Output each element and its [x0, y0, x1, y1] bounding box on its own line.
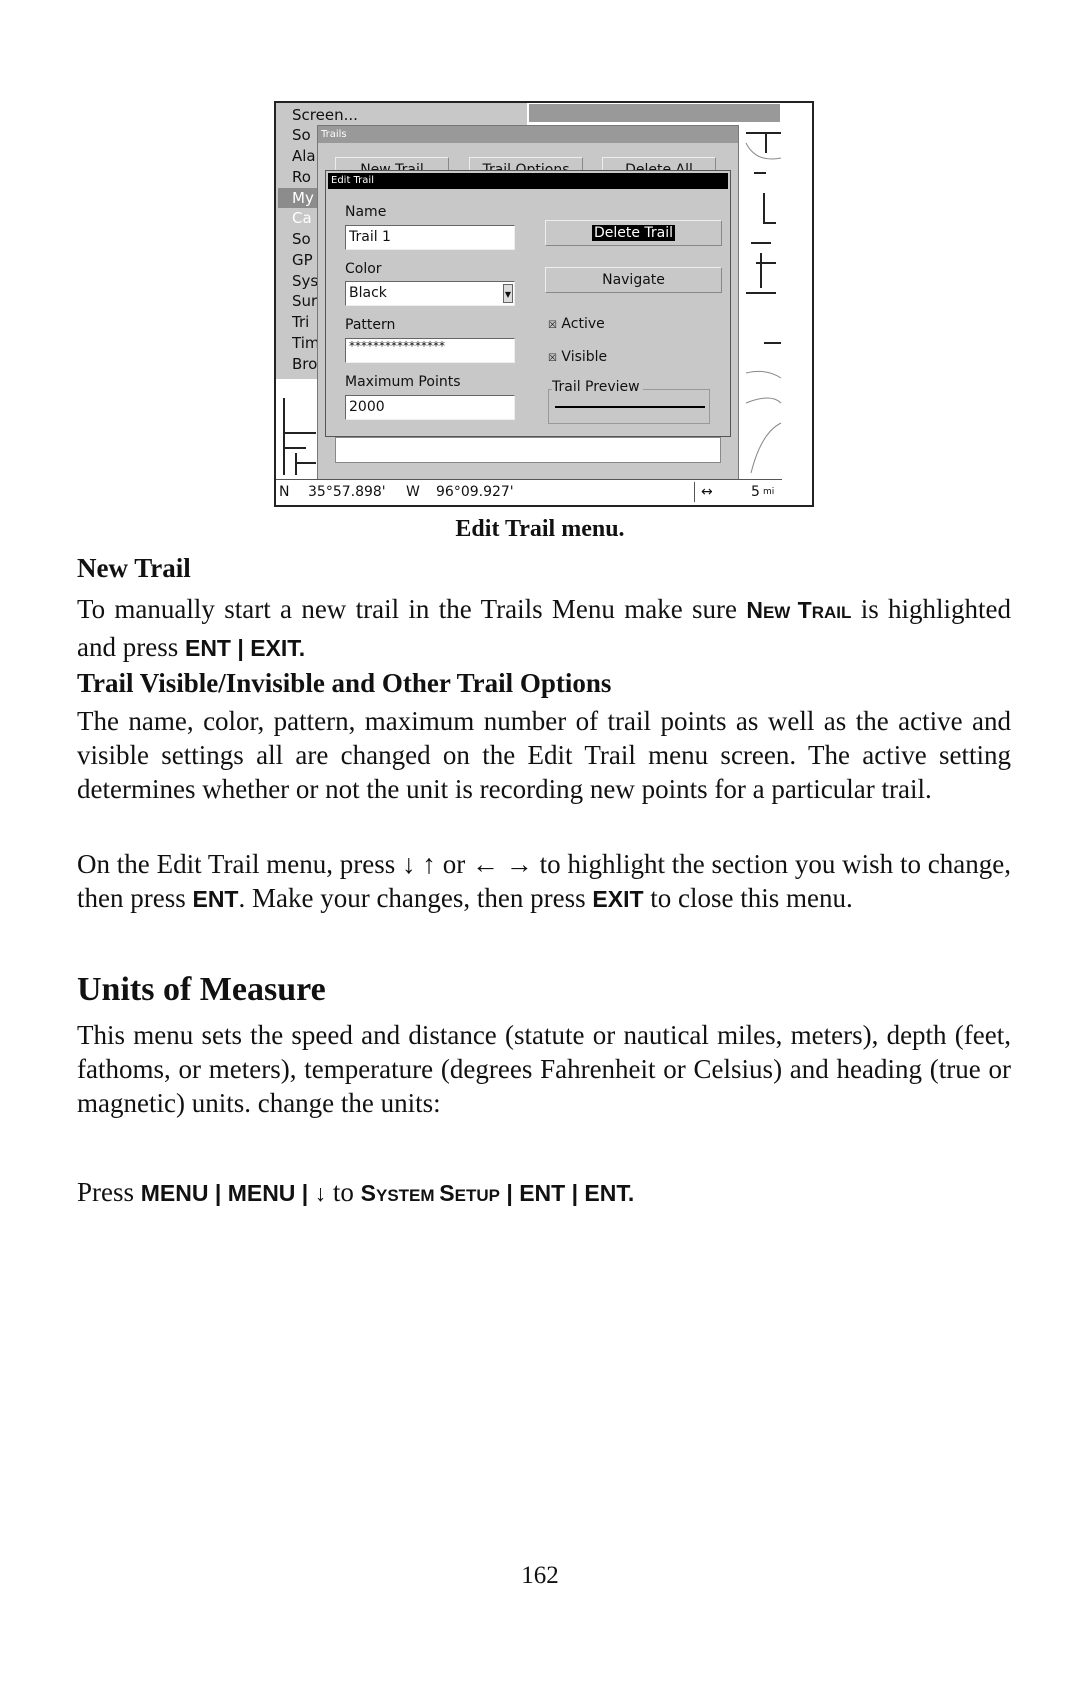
- key-system-setup: SYSTEM SETUP: [360, 1180, 500, 1206]
- longitude: 96°09.927': [436, 484, 514, 500]
- key-ent: ENT: [192, 886, 239, 912]
- edit-trail-title: Edit Trail: [328, 173, 728, 189]
- scale-value: 5: [751, 484, 760, 500]
- active-checkbox-row[interactable]: ☒ Active: [548, 316, 605, 332]
- name-input[interactable]: Trail 1: [345, 225, 515, 250]
- status-bar: N 35°57.898' W 96°09.927' ↔ 5 mi: [276, 479, 782, 505]
- new-trail-heading: New Trail: [77, 553, 191, 583]
- units-heading: Units of Measure: [77, 971, 326, 1008]
- visible-checkbox-row[interactable]: ☒ Visible: [548, 349, 607, 365]
- name-label: Name: [345, 204, 387, 220]
- max-points-label: Maximum Points: [345, 374, 461, 390]
- edit-trail-dialog: Edit Trail Name Trail 1 Color Black ▼ Pat…: [325, 170, 731, 437]
- page-number: 162: [521, 1562, 559, 1589]
- press-instruction: Press MENU | MENU | ↓ to SYSTEM SETUP | …: [77, 1177, 635, 1207]
- options-heading: Trail Visible/Invisible and Other Trail …: [77, 668, 612, 698]
- key-new-trail: NEW TRAIL: [746, 597, 852, 623]
- checkbox-checked-icon[interactable]: ☒: [548, 353, 557, 364]
- pattern-input[interactable]: ****************: [345, 338, 515, 363]
- key-ent-exit: ENT | EXIT.: [184, 635, 306, 661]
- max-points-input[interactable]: 2000: [345, 395, 515, 420]
- trail-preview-line: [555, 406, 705, 408]
- visible-label: Visible: [561, 349, 608, 365]
- color-label: Color: [345, 261, 382, 277]
- trail-preview-label: Trail Preview: [552, 379, 643, 395]
- divider: [694, 482, 695, 502]
- color-value: Black: [349, 285, 387, 301]
- edit-trail-screenshot: Screen... So Ala Ro My Ca So GP Sys Sur …: [274, 101, 814, 507]
- color-select[interactable]: Black ▼: [345, 281, 515, 306]
- navigation-paragraph: On the Edit Trail menu, press ↓ ↑ or ← →…: [77, 849, 1011, 913]
- trails-title: Trails: [318, 126, 738, 143]
- trail-preview-box: Trail Preview: [548, 379, 710, 424]
- key-menu-menu-down: MENU | MENU | ↓: [140, 1180, 327, 1206]
- figure-caption: Edit Trail menu.: [455, 516, 625, 542]
- pan-arrow-icon: ↔: [701, 484, 713, 500]
- active-label: Active: [561, 316, 605, 332]
- delete-trail-label: Delete Trail: [591, 225, 676, 241]
- trails-list[interactable]: [335, 437, 721, 463]
- navigate-button[interactable]: Navigate: [545, 267, 722, 293]
- key-ent-ent: | ENT | ENT.: [499, 1180, 635, 1206]
- scale-unit: mi: [763, 487, 775, 497]
- lat-hemisphere: N: [279, 484, 290, 500]
- pattern-label: Pattern: [345, 317, 396, 333]
- text: To manually start a new trail in the Tra…: [77, 594, 747, 624]
- dropdown-arrow-icon[interactable]: ▼: [503, 284, 513, 303]
- delete-trail-button[interactable]: Delete Trail: [545, 220, 722, 246]
- options-paragraph: The name, color, pattern, maximum number…: [77, 706, 1011, 804]
- latitude: 35°57.898': [308, 484, 386, 500]
- new-trail-paragraph: To manually start a new trail in the Tra…: [77, 592, 1011, 665]
- units-paragraph: This menu sets the speed and distance (s…: [77, 1020, 1011, 1118]
- key-exit: EXIT: [592, 886, 644, 912]
- checkbox-checked-icon[interactable]: ☒: [548, 320, 557, 331]
- lon-hemisphere: W: [406, 484, 420, 500]
